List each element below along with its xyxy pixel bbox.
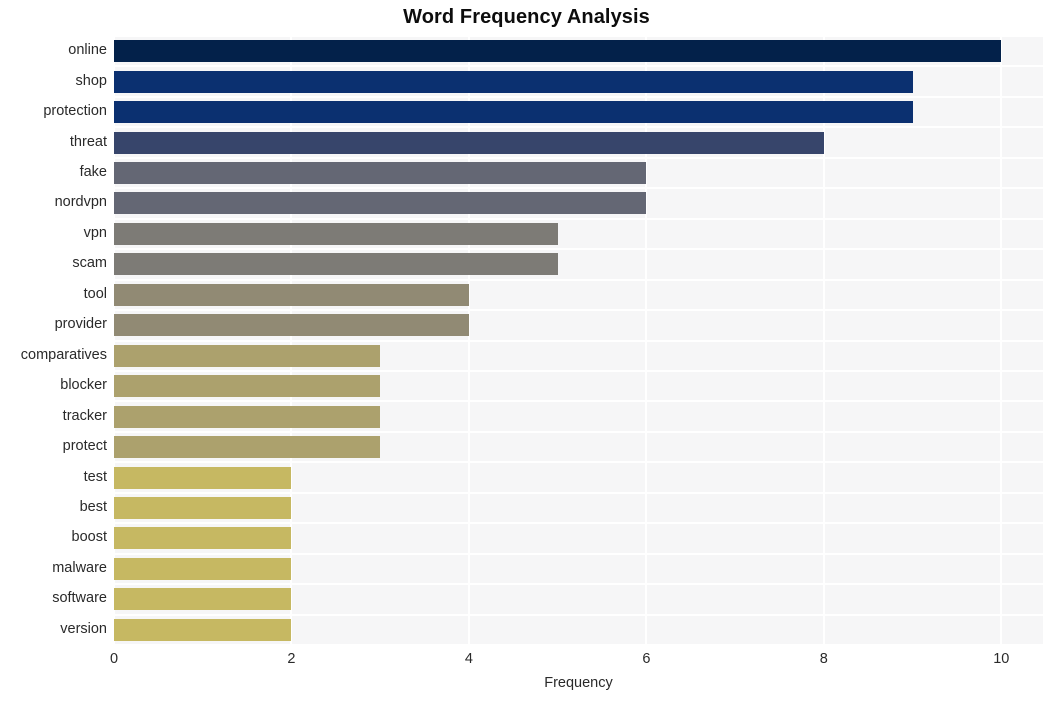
x-tick-label: 4 bbox=[464, 651, 473, 667]
word-frequency-bar-chart: Word Frequency Analysis online shop protec… bbox=[0, 0, 1053, 701]
x-tick-label: 6 bbox=[642, 651, 651, 667]
x-tick-label: 2 bbox=[287, 651, 296, 667]
x-axis: Frequency 0 2 4 6 8 10 bbox=[0, 0, 1053, 701]
x-tick-label: 10 bbox=[993, 651, 1010, 667]
x-axis-title: Frequency bbox=[544, 675, 613, 691]
x-tick-label: 8 bbox=[819, 651, 828, 667]
x-tick-label: 0 bbox=[109, 651, 119, 667]
